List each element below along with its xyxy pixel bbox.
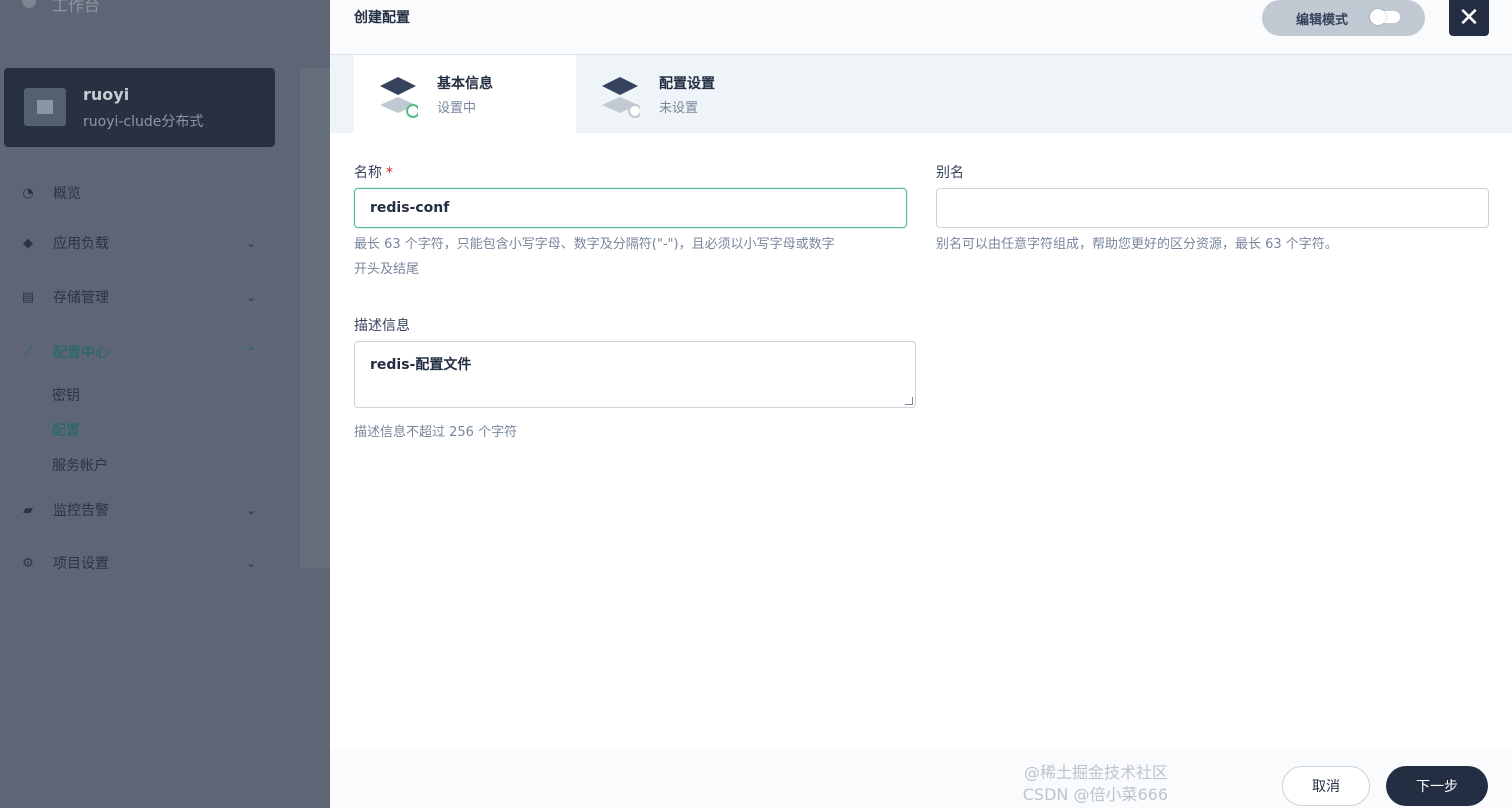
name-hint-line: 开头及结尾: [354, 262, 420, 277]
chevron-up-icon: ⌃: [245, 345, 256, 359]
close-icon: ✕: [1458, 3, 1480, 33]
description-hint: 描述信息不超过 256 个字符: [354, 425, 518, 440]
cancel-button[interactable]: 取消: [1282, 766, 1370, 806]
sidebar-subitem-configmaps[interactable]: 配置: [52, 420, 80, 440]
step-title: 配置设置: [659, 76, 715, 92]
sidebar-item-overview[interactable]: ◔ 概览: [20, 181, 260, 205]
close-button[interactable]: ✕: [1449, 0, 1489, 36]
sidebar-item-label: 监控告警: [53, 503, 109, 519]
description-textarea[interactable]: redis-配置文件: [354, 341, 916, 408]
chevron-down-icon: ⌄: [245, 503, 256, 517]
chevron-down-icon: ⌄: [245, 290, 256, 304]
monitoring-icon: ▰: [23, 502, 33, 518]
watermark: @稀土掘金技术社区 CSDN @倍小菜666: [1000, 762, 1168, 806]
dashboard-icon: ◔: [22, 185, 34, 201]
required-mark: *: [386, 165, 393, 181]
watermark-line: CSDN @倍小菜666: [1022, 785, 1168, 804]
sidebar-item-project-settings[interactable]: ⚙ 项目设置 ⌄: [20, 551, 260, 575]
step-status: 未设置: [659, 101, 699, 116]
sidebar-item-label: 概览: [53, 186, 81, 202]
chevron-down-icon: ⌄: [245, 556, 256, 570]
sidebar-item-label: 配置中心: [53, 345, 109, 361]
resize-handle-icon[interactable]: [905, 397, 913, 405]
name-label: 名称 *: [354, 162, 393, 182]
edit-mode-label: 编辑模式: [1296, 12, 1349, 28]
sidebar-item-storage[interactable]: ▤ 存储管理 ⌄: [20, 285, 260, 309]
layers-icon: [602, 77, 640, 118]
step-status: 设置中: [437, 101, 477, 116]
step-basic-info[interactable]: 基本信息 设置中: [354, 55, 576, 133]
name-label-text: 名称: [354, 165, 382, 181]
alias-label: 别名: [936, 165, 964, 181]
name-hint-line: 最长 63 个字符，只能包含小写字母、数字及分隔符("-")，且必须以小写字母或…: [354, 237, 835, 252]
background-panel-edge: [300, 68, 330, 568]
alias-input[interactable]: [936, 188, 1489, 228]
modal-title: 创建配置: [354, 10, 410, 26]
edit-mode-toggle[interactable]: 编辑模式: [1262, 0, 1425, 36]
steps-bar: 基本信息 设置中 配置设置 未设置: [330, 55, 1512, 133]
name-input-value: redis-conf: [370, 200, 450, 216]
sidebar-item-label: 应用负载: [53, 236, 109, 252]
description-value: redis-配置文件: [370, 357, 472, 373]
next-button[interactable]: 下一步: [1386, 766, 1488, 806]
workspace-title[interactable]: 工作台: [52, 0, 100, 16]
project-card[interactable]: ruoyi ruoyi-clude分布式: [4, 68, 275, 147]
sidebar-subitem-secrets[interactable]: 密钥: [52, 385, 80, 405]
sidebar-subitem-service-accounts[interactable]: 服务帐户: [52, 455, 108, 475]
sidebar-item-label: 存储管理: [53, 290, 109, 306]
layers-icon: [380, 77, 418, 118]
step-config-settings[interactable]: 配置设置 未设置: [576, 55, 798, 133]
workspace-icon: [22, 0, 36, 8]
alias-hint: 别名可以由任意字符组成，帮助您更好的区分资源，最长 63 个字符。: [936, 237, 1338, 252]
project-icon: [24, 88, 66, 126]
step-title: 基本信息: [437, 76, 493, 92]
sidebar-item-label: 项目设置: [53, 556, 109, 572]
project-description: ruoyi-clude分布式: [83, 114, 204, 130]
name-input[interactable]: redis-conf: [354, 188, 907, 228]
name-hint: 最长 63 个字符，只能包含小写字母、数字及分隔符("-")，且必须以小写字母或…: [354, 232, 914, 282]
modal-header: 创建配置 编辑模式 ✕: [330, 0, 1512, 55]
sidebar-item-monitoring[interactable]: ▰ 监控告警 ⌄: [20, 498, 260, 522]
app-workload-icon: ◆: [23, 235, 33, 251]
modal-footer: 取消 下一步: [330, 750, 1512, 808]
sidebar-item-app-workload[interactable]: ◆ 应用负载 ⌄: [20, 231, 260, 255]
toggle-knob: [1370, 9, 1386, 25]
background-sidebar: 工作台 ruoyi ruoyi-clude分布式 ◔ 概览 ◆ 应用负载 ⌄ ▤…: [0, 0, 330, 808]
project-name: ruoyi: [83, 85, 130, 104]
sidebar-item-config-center[interactable]: ⟋ 配置中心 ⌃: [20, 340, 260, 364]
config-center-icon: ⟋: [23, 344, 33, 360]
chevron-down-icon: ⌄: [245, 236, 256, 250]
toggle-switch[interactable]: [1370, 9, 1400, 25]
description-label: 描述信息: [354, 318, 410, 334]
storage-icon: ▤: [21, 289, 35, 305]
watermark-text: @稀土掘金技术社区 CSDN @倍小菜666: [1000, 762, 1168, 806]
watermark-line: @稀土掘金技术社区: [1023, 763, 1168, 782]
gear-icon: ⚙: [22, 555, 34, 571]
create-config-modal: 创建配置 编辑模式 ✕ 基本信息 设置中 配置设置 未设置 名称 * redis…: [330, 0, 1512, 808]
